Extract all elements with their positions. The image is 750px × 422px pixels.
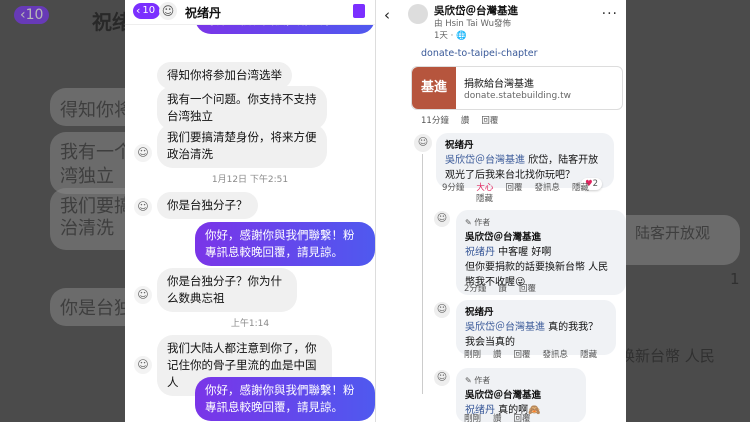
bg-left-text: 治清洗 (60, 218, 114, 239)
reply-button[interactable]: 回覆 (514, 348, 531, 360)
message-outgoing: 你好，感謝你與我們聯繫！粉專訊息較晚回覆，請見諒。 (195, 377, 375, 421)
bg-left-text: 得知你将 (60, 100, 132, 121)
post-link[interactable]: donate-to-taipei-chapter (421, 48, 538, 59)
comment-time: 剛剛 (464, 414, 482, 422)
facebook-comments-panel: ‹ 吳欣岱＠台灣基進 由 Hsin Tai Wu發佈 1天 · 🌐 ··· do… (375, 0, 626, 422)
more-options-icon[interactable]: ··· (602, 6, 618, 22)
message-incoming: 得知你将参加台湾选举 (157, 62, 292, 89)
link-title: 捐款給台灣基進 (464, 79, 534, 90)
post-meta: 11分鐘 讚 回覆 (421, 114, 498, 126)
poster-name[interactable]: 吳欣岱＠台灣基進 (434, 3, 518, 18)
link-url: donate.statebuilding.tw (464, 91, 571, 101)
sender-avatar: ☺ (134, 198, 152, 216)
comment-time: 9分鐘 (442, 183, 465, 193)
background-right-blur: ，陆客开放观 换新台幣 人民 1 (620, 0, 750, 422)
reply-button[interactable]: 回覆 (481, 114, 498, 126)
bg-right-text: ，陆客开放观 (620, 224, 711, 242)
comment-meta: 2分鐘 讚 回覆 (464, 282, 536, 294)
chat-header: ‹ 10 ☺ 祝绪丹 (125, 0, 375, 25)
commenter-name[interactable]: 吳欣岱＠台灣基進 (465, 230, 617, 245)
comment-meta-line2: 隱藏 (476, 192, 493, 204)
hide-button[interactable]: 隱藏 (476, 192, 493, 204)
message-incoming: 你是台独分子？你为什么数典忘祖 (157, 268, 297, 312)
message-incoming: 你是台独分子？ (157, 192, 258, 219)
like-button[interactable]: 讚 (461, 114, 470, 126)
chevron-left-icon: ‹ (136, 4, 141, 17)
bg-left-text: 湾独立 (60, 166, 114, 187)
author-badge: ✎ 作者 (465, 218, 491, 227)
bg-right-text: 换新台幣 人民 (620, 347, 715, 365)
comment-time: 剛剛 (464, 350, 482, 360)
message-button[interactable]: 發訊息 (543, 348, 569, 360)
commenter-avatar[interactable]: ☺ (434, 302, 450, 318)
info-icon[interactable] (353, 4, 365, 18)
like-button[interactable]: 讚 (498, 282, 507, 294)
reply-button[interactable]: 回覆 (519, 282, 536, 294)
mention-tag[interactable]: 吳欣岱＠台灣基進 (465, 322, 545, 333)
comment-meta: 9分鐘 大心 回覆 發訊息 隱藏 (442, 181, 589, 193)
reply-button[interactable]: 回覆 (514, 412, 531, 422)
message-button[interactable]: 發訊息 (534, 181, 560, 193)
comment-meta: 剛剛 讚 回覆 (464, 412, 531, 422)
link-preview-card[interactable]: 基進 捐款給台灣基進 donate.statebuilding.tw (411, 66, 623, 110)
author-badge: ✎ 作者 (465, 376, 491, 385)
author-avatar[interactable]: ☺ (434, 211, 450, 227)
author-avatar[interactable]: ☺ (434, 370, 450, 386)
mention-tag[interactable]: 吳欣岱＠台灣基進 (445, 155, 525, 166)
comment-time: 2分鐘 (464, 284, 487, 294)
like-button[interactable]: 讚 (493, 348, 502, 360)
hide-button[interactable]: 隱藏 (580, 348, 597, 360)
contact-name[interactable]: 祝绪丹 (185, 4, 221, 21)
posted-by: 由 Hsin Tai Wu發佈 (434, 19, 512, 29)
unread-count: 10 (142, 5, 156, 16)
like-button[interactable]: 讚 (493, 412, 502, 422)
background-left-blur: ‹10 祝绪 得知你将 我有一个 湾独立 我们要搞 治清洗 你是台独 (0, 0, 140, 422)
commenter-name[interactable]: 祝绪丹 (465, 305, 607, 320)
bg-left-text: 我有一个 (60, 142, 132, 163)
back-button[interactable]: ‹ 10 (133, 3, 161, 19)
bg-left-text: 你是台独 (60, 298, 132, 319)
contact-avatar[interactable]: ☺ (159, 2, 177, 20)
reply-button[interactable]: 回覆 (505, 181, 522, 193)
messenger-panel: ‹ 10 ☺ 祝绪丹 你好，感謝你與我們聯繫！粉專訊息較晚回覆，請見諒。 得知你… (125, 0, 375, 422)
hide-button[interactable]: 隱藏 (572, 181, 589, 193)
post-time-ago: 11分鐘 (421, 116, 449, 126)
sender-avatar: ☺ (134, 356, 152, 374)
commenter-name[interactable]: 吳欣岱＠台灣基進 (465, 388, 577, 403)
commenter-avatar[interactable]: ☺ (414, 134, 432, 152)
reply-comment: 祝绪丹 吳欣岱＠台灣基進 真的我我？我会当真的 (456, 300, 616, 355)
mention-tag[interactable]: 祝绪丹 (465, 247, 495, 258)
message-incoming: 我们要搞清楚身份，将来方便政治清洗 (157, 124, 327, 168)
timestamp: 上午1:14 (230, 319, 270, 329)
poster-avatar[interactable] (408, 4, 428, 24)
reaction-count: 2 (592, 179, 599, 189)
bg-right-text: 1 (730, 270, 740, 288)
sender-avatar: ☺ (134, 144, 152, 162)
commenter-name[interactable]: 祝绪丹 (445, 138, 605, 153)
timestamp: 1月12日 下午2:51 (211, 175, 289, 185)
message-outgoing: 你好，感謝你與我們聯繫！粉專訊息較晚回覆，請見諒。 (195, 222, 375, 266)
thread-line (422, 154, 423, 394)
corner-badge: ‹10 (14, 6, 50, 24)
post-time: 1天 · 🌐 (434, 31, 467, 41)
sender-avatar: ☺ (134, 286, 152, 304)
back-arrow-icon[interactable]: ‹ (384, 6, 390, 24)
link-thumbnail: 基進 (412, 67, 456, 109)
comment-meta: 剛剛 讚 回覆 發訊息 隱藏 (464, 348, 597, 360)
